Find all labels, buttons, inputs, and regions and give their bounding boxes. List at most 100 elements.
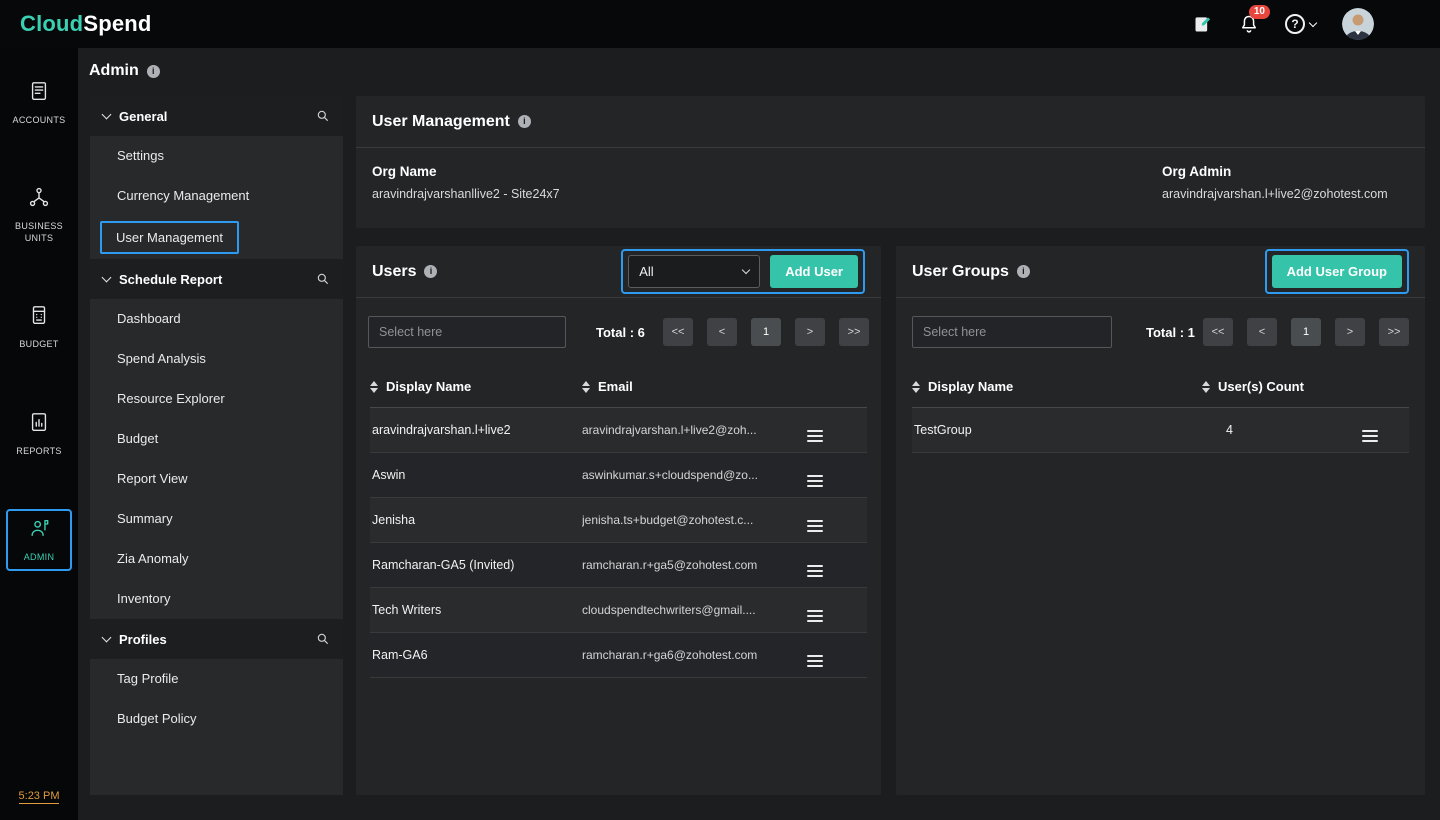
user-management-card-header: User Management i — [356, 96, 1425, 148]
users-card-header: Users i All Add User — [356, 246, 881, 298]
subnav-item-summary[interactable]: Summary — [90, 499, 343, 539]
row-menu-icon[interactable] — [807, 655, 823, 667]
accounts-icon — [28, 80, 50, 107]
column-header-users-count[interactable]: User(s) Count — [1202, 379, 1362, 394]
org-name-value: aravindrajvarshanllive2 - Site24x7 — [372, 187, 560, 201]
user-filter-select[interactable]: All — [628, 255, 760, 288]
section-label: Profiles — [119, 632, 167, 647]
column-header-display-name[interactable]: Display Name — [912, 379, 1202, 394]
subnav-item-zia-anomaly[interactable]: Zia Anomaly — [90, 539, 343, 579]
info-icon[interactable]: i — [1017, 265, 1030, 278]
row-menu-icon[interactable] — [807, 475, 823, 487]
pagination-next-button[interactable]: > — [1335, 318, 1365, 346]
user-groups-card-header: User Groups i Add User Group — [896, 246, 1425, 298]
user-display-name: Ram-GA6 — [370, 648, 582, 662]
subnav-section-profiles[interactable]: Profiles — [90, 619, 343, 659]
sort-icon[interactable] — [582, 381, 590, 393]
info-icon[interactable]: i — [518, 115, 531, 128]
user-display-name: Jenisha — [370, 513, 582, 527]
org-info: Org Name aravindrajvarshanllive2 - Site2… — [356, 148, 1425, 228]
subnav-item-inventory[interactable]: Inventory — [90, 579, 343, 619]
add-user-button[interactable]: Add User — [770, 255, 858, 288]
user-display-name: aravindrajvarshan.l+live2 — [370, 423, 582, 437]
subnav-item-spend-analysis[interactable]: Spend Analysis — [90, 339, 343, 379]
pagination-page-button[interactable]: 1 — [751, 318, 781, 346]
subnav-item-settings[interactable]: Settings — [90, 136, 343, 176]
pagination-last-button[interactable]: >> — [1379, 318, 1409, 346]
feedback-icon[interactable] — [1193, 14, 1213, 34]
subnav-item-resource-explorer[interactable]: Resource Explorer — [90, 379, 343, 419]
users-card: Users i All Add User Total : 6 << < 1 > … — [356, 246, 881, 795]
chevron-down-icon — [1309, 18, 1317, 26]
group-display-name: TestGroup — [912, 423, 1202, 437]
subnav-item-budget[interactable]: Budget — [90, 419, 343, 459]
notifications-bell-icon[interactable]: 10 — [1239, 13, 1259, 35]
user-email: ramcharan.r+ga6@zohotest.com — [582, 648, 807, 662]
cloudspend-admin-page: { "colors": { "accent_teal": "#35c3aa", … — [0, 0, 1440, 820]
admin-subnav: General Settings Currency Management Use… — [90, 96, 343, 795]
avatar[interactable] — [1342, 8, 1374, 40]
org-admin-label: Org Admin — [1162, 164, 1388, 179]
info-icon[interactable]: i — [424, 265, 437, 278]
subnav-section-schedule-report[interactable]: Schedule Report — [90, 259, 343, 299]
sort-icon[interactable] — [1202, 381, 1210, 393]
chevron-down-icon — [742, 266, 750, 274]
users-search-input[interactable] — [368, 316, 566, 348]
search-icon[interactable] — [316, 632, 330, 646]
page-title: Admin i — [89, 62, 160, 80]
subnav-item-report-view[interactable]: Report View — [90, 459, 343, 499]
cloudspend-logo: CloudSpend — [20, 11, 152, 37]
user-email: aswinkumar.s+cloudspend@zo... — [582, 468, 807, 482]
business-units-icon — [28, 186, 50, 213]
pagination-first-button[interactable]: << — [663, 318, 693, 346]
row-menu-icon[interactable] — [807, 430, 823, 442]
row-menu-icon[interactable] — [1362, 430, 1378, 442]
search-icon[interactable] — [316, 272, 330, 286]
admin-icon — [28, 517, 50, 544]
group-users-count: 4 — [1202, 423, 1362, 437]
sidebar-item-business-units[interactable]: BUSINESS UNITS — [6, 178, 72, 252]
sort-icon[interactable] — [912, 381, 920, 393]
row-menu-icon[interactable] — [807, 520, 823, 532]
user-groups-search-input[interactable] — [912, 316, 1112, 348]
sidebar-item-admin[interactable]: ADMIN — [6, 509, 72, 571]
user-groups-table-body: TestGroup 4 — [912, 408, 1409, 453]
add-user-group-button[interactable]: Add User Group — [1272, 255, 1402, 288]
row-menu-icon[interactable] — [807, 565, 823, 577]
column-label: Display Name — [386, 379, 471, 394]
pagination-prev-button[interactable]: < — [1247, 318, 1277, 346]
primary-sidebar: ACCOUNTS BUSINESS UNITS BUDGET REPORTS A… — [0, 48, 78, 820]
pagination-page-button[interactable]: 1 — [1291, 318, 1321, 346]
sort-icon[interactable] — [370, 381, 378, 393]
pagination-last-button[interactable]: >> — [839, 318, 869, 346]
sidebar-item-accounts[interactable]: ACCOUNTS — [6, 72, 72, 134]
subnav-item-currency-management[interactable]: Currency Management — [90, 176, 343, 216]
apps-grid-icon[interactable] — [1400, 14, 1420, 34]
info-icon[interactable]: i — [147, 65, 160, 78]
column-label: Display Name — [928, 379, 1013, 394]
topbar-icons: 10 ? — [1193, 8, 1420, 40]
topbar: CloudSpend 10 ? — [0, 0, 1440, 48]
column-header-email[interactable]: Email — [582, 379, 807, 394]
org-name-block: Org Name aravindrajvarshanllive2 - Site2… — [372, 164, 560, 201]
pagination-prev-button[interactable]: < — [707, 318, 737, 346]
subnav-section-general[interactable]: General — [90, 96, 343, 136]
help-icon[interactable]: ? — [1285, 14, 1316, 34]
subnav-item-tag-profile[interactable]: Tag Profile — [90, 659, 343, 699]
user-groups-actions-highlight: Add User Group — [1265, 249, 1409, 294]
table-row: Tech Writers cloudspendtechwriters@gmail… — [370, 588, 867, 633]
sidebar-item-reports[interactable]: REPORTS — [6, 403, 72, 465]
column-header-display-name[interactable]: Display Name — [370, 379, 582, 394]
subnav-item-user-management[interactable]: User Management — [100, 221, 239, 254]
user-groups-card: User Groups i Add User Group Total : 1 <… — [896, 246, 1425, 795]
user-groups-table-header: Display Name User(s) Count — [912, 366, 1409, 408]
pagination-first-button[interactable]: << — [1203, 318, 1233, 346]
pagination-next-button[interactable]: > — [795, 318, 825, 346]
chevron-down-icon — [102, 109, 112, 119]
user-groups-toolbar: Total : 1 << < 1 > >> — [896, 298, 1425, 366]
search-icon[interactable] — [316, 109, 330, 123]
subnav-item-dashboard[interactable]: Dashboard — [90, 299, 343, 339]
row-menu-icon[interactable] — [807, 610, 823, 622]
subnav-item-budget-policy[interactable]: Budget Policy — [90, 699, 343, 739]
sidebar-item-budget[interactable]: BUDGET — [6, 296, 72, 358]
